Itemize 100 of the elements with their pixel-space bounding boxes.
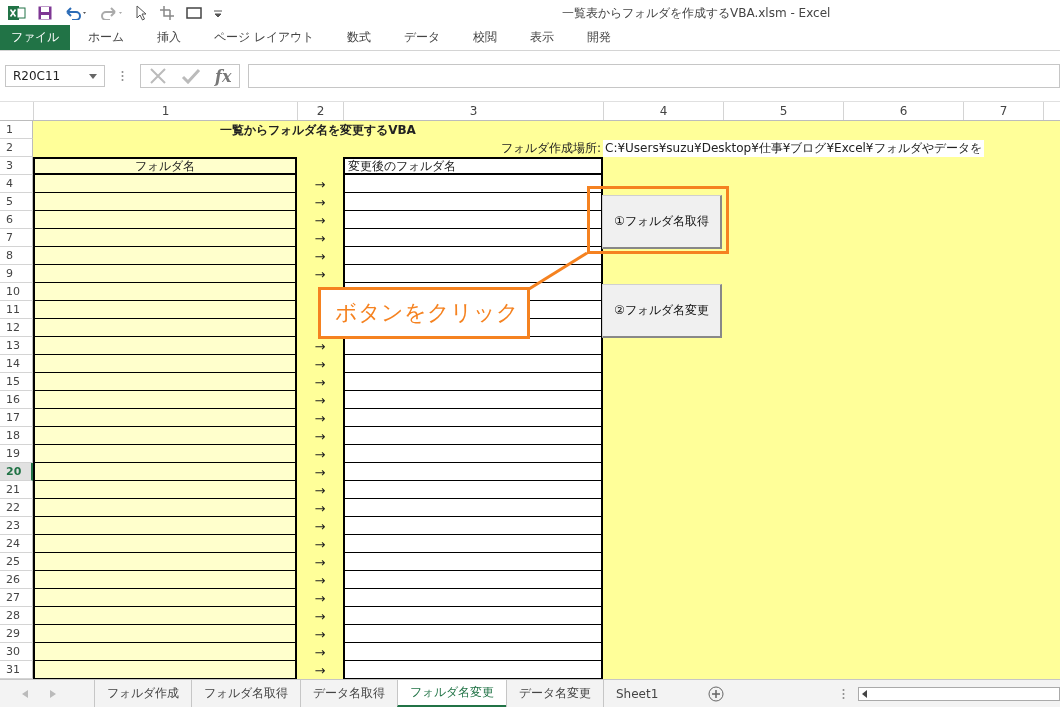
arrow-text: →: [314, 662, 326, 678]
ribbon-tab[interactable]: データ: [389, 25, 454, 50]
row-header[interactable]: 17: [0, 409, 33, 427]
row-header[interactable]: 24: [0, 535, 33, 553]
arrow-text: →: [314, 590, 326, 606]
row-header[interactable]: 2: [0, 139, 33, 157]
scroll-left-icon[interactable]: [862, 689, 868, 698]
crosshair-icon[interactable]: [160, 5, 174, 20]
ribbon-tab[interactable]: ホーム: [74, 25, 138, 50]
column-header[interactable]: 5: [724, 102, 844, 120]
file-tab[interactable]: ファイル: [0, 25, 70, 50]
macro-button[interactable]: ①フォルダ名取得: [602, 195, 722, 249]
arrow-text: →: [314, 194, 326, 210]
row-header[interactable]: 26: [0, 571, 33, 589]
ribbon-tab[interactable]: 開発: [572, 25, 625, 50]
ribbon-tab[interactable]: 校閲: [458, 25, 511, 50]
add-sheet-icon[interactable]: [708, 685, 725, 702]
column-title: 変更後のフォルダ名: [343, 157, 603, 175]
row-header[interactable]: 23: [0, 517, 33, 535]
dropdown-icon: [89, 73, 97, 79]
row-header[interactable]: 27: [0, 589, 33, 607]
horizontal-scrollbar[interactable]: [858, 686, 1060, 701]
sheet-tab[interactable]: フォルダ名変更: [397, 680, 506, 707]
row-header[interactable]: 28: [0, 607, 33, 625]
row-header[interactable]: 9: [0, 265, 33, 283]
more-icon[interactable]: [842, 687, 846, 700]
column-header[interactable]: 4: [604, 102, 724, 120]
arrow-text: →: [314, 338, 326, 354]
macro-button[interactable]: ②フォルダ名変更: [602, 284, 722, 338]
redo-icon[interactable]: [100, 5, 124, 20]
row-header[interactable]: 30: [0, 643, 33, 661]
previous-sheet-icon[interactable]: [22, 689, 28, 698]
ribbon-tab[interactable]: 数式: [332, 25, 385, 50]
arrow-text: →: [314, 230, 326, 246]
arrow-text: →: [314, 266, 326, 282]
row-header[interactable]: 21: [0, 481, 33, 499]
sheet-tab[interactable]: フォルダ名取得: [191, 680, 300, 707]
row-header[interactable]: 20: [0, 463, 33, 481]
row-header[interactable]: 13: [0, 337, 33, 355]
undo-icon[interactable]: [64, 5, 88, 20]
column-header[interactable]: 3: [344, 102, 604, 120]
row-header[interactable]: 3: [0, 157, 33, 175]
formula-input[interactable]: [248, 64, 1060, 88]
check-icon[interactable]: [181, 68, 201, 84]
arrow-text: →: [314, 248, 326, 264]
row-header[interactable]: 10: [0, 283, 33, 301]
name-box[interactable]: R20C11: [5, 65, 105, 87]
rectangle-icon[interactable]: [186, 6, 202, 19]
sheet-title: 一覧からフォルダ名を変更するVBA: [219, 122, 417, 139]
sheet-tab[interactable]: フォルダ作成: [94, 680, 191, 707]
row-header[interactable]: 5: [0, 193, 33, 211]
column-title: フォルダ名: [33, 157, 297, 175]
row-header[interactable]: 12: [0, 319, 33, 337]
caret-icon[interactable]: [214, 8, 222, 17]
arrow-text: →: [314, 428, 326, 444]
arrow-text: →: [314, 518, 326, 534]
ribbon-tab[interactable]: 挿入: [143, 25, 195, 50]
row-header[interactable]: 8: [0, 247, 33, 265]
ribbon-tab[interactable]: 表示: [515, 25, 568, 50]
row-header[interactable]: 19: [0, 445, 33, 463]
row-header[interactable]: 25: [0, 553, 33, 571]
row-header[interactable]: 22: [0, 499, 33, 517]
row-header[interactable]: 4: [0, 175, 33, 193]
arrow-text: →: [314, 446, 326, 462]
arrow-text: →: [314, 554, 326, 570]
arrow-text: →: [314, 572, 326, 588]
column-header[interactable]: 7: [964, 102, 1044, 120]
row-header[interactable]: 1: [0, 121, 33, 139]
row-header[interactable]: 14: [0, 355, 33, 373]
sheet-tab[interactable]: Sheet1: [603, 680, 671, 707]
insert-function-button[interactable]: fx: [215, 66, 232, 86]
excel-logo-icon[interactable]: [8, 4, 26, 21]
more-icon[interactable]: [121, 70, 124, 82]
row-header[interactable]: 18: [0, 427, 33, 445]
ribbon-tab[interactable]: ページ レイアウト: [200, 25, 328, 50]
row-header[interactable]: 31: [0, 661, 33, 679]
arrow-text: →: [314, 482, 326, 498]
arrow-text: →: [314, 500, 326, 516]
callout: ボタンをクリック: [318, 287, 530, 339]
next-sheet-icon[interactable]: [50, 689, 56, 698]
arrow-text: →: [314, 374, 326, 390]
row-header[interactable]: 7: [0, 229, 33, 247]
row-header[interactable]: 11: [0, 301, 33, 319]
cancel-icon[interactable]: [149, 67, 167, 85]
row-header[interactable]: 6: [0, 211, 33, 229]
row-header[interactable]: 16: [0, 391, 33, 409]
row-header[interactable]: 29: [0, 625, 33, 643]
column-header[interactable]: 6: [844, 102, 964, 120]
column-header[interactable]: 1: [34, 102, 298, 120]
arrow-text: →: [314, 608, 326, 624]
arrow-text: →: [314, 212, 326, 228]
arrow-text: →: [314, 626, 326, 642]
column-header[interactable]: 2: [298, 102, 344, 120]
row-header[interactable]: 15: [0, 373, 33, 391]
arrow-text: →: [314, 410, 326, 426]
save-icon[interactable]: [38, 5, 52, 20]
pointer-icon[interactable]: [136, 4, 148, 21]
location-label: フォルダ作成場所:: [499, 140, 602, 157]
sheet-tab[interactable]: データ名変更: [506, 680, 603, 707]
window-title: 一覧表からフォルダを作成するVBA.xlsm - Excel: [562, 5, 831, 22]
